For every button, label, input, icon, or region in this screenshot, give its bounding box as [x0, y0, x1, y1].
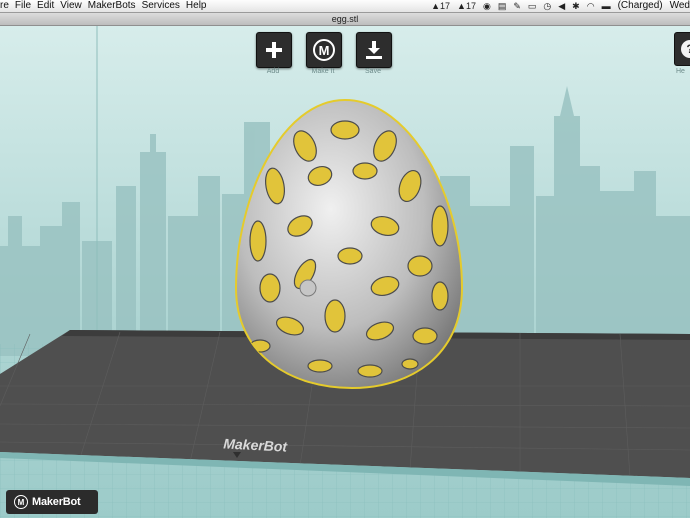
- viewport[interactable]: MakerBot Add M Make It Save ? He M Maker…: [0, 26, 690, 518]
- menu-help[interactable]: Help: [186, 0, 213, 12]
- menu-bar: re File Edit View MakerBots Services Hel…: [0, 0, 690, 13]
- question-icon: ?: [681, 40, 690, 58]
- makerbot-logo-text: MakerBot: [32, 496, 81, 508]
- adobe-updater-count: 17: [465, 1, 476, 11]
- plus-icon: [266, 42, 282, 58]
- adobe-count: 17: [440, 1, 451, 11]
- save-label: Save: [365, 68, 381, 75]
- clock[interactable]: Wed: [670, 0, 690, 12]
- adobe-icon[interactable]: ▲17: [431, 0, 450, 12]
- monitor-icon[interactable]: ▭: [528, 0, 537, 12]
- makerbot-logo-button[interactable]: M MakerBot: [6, 490, 98, 514]
- download-icon: [366, 41, 382, 59]
- menu-app[interactable]: re: [0, 0, 15, 12]
- save-button[interactable]: [356, 32, 392, 68]
- makerbot-m-icon: M: [313, 39, 335, 61]
- wifi-icon[interactable]: ◠: [587, 0, 595, 12]
- scene-canvas: MakerBot: [0, 26, 690, 518]
- menu-view[interactable]: View: [60, 0, 88, 12]
- window-title-bar: egg.stl: [0, 13, 690, 26]
- evernote-icon[interactable]: ◉: [483, 0, 491, 12]
- make-it-button[interactable]: M: [306, 32, 342, 68]
- makerbot-logo-icon: M: [14, 495, 28, 509]
- menu-items: re File Edit View MakerBots Services Hel…: [0, 0, 213, 12]
- menu-makerbots[interactable]: MakerBots: [88, 0, 142, 12]
- platform-brand: MakerBot: [223, 435, 289, 454]
- clipboard-icon[interactable]: ▤: [498, 0, 507, 12]
- tool-icon[interactable]: ✎: [513, 0, 521, 12]
- bluetooth-icon[interactable]: ✱: [572, 0, 580, 12]
- menu-services[interactable]: Services: [142, 0, 186, 12]
- help-button[interactable]: ?: [674, 32, 690, 66]
- status-area: ▲17 ▲17 ◉ ▤ ✎ ▭ ◷ ◀ ✱ ◠ ▬ (Charged) Wed: [431, 0, 690, 12]
- volume-icon[interactable]: ◀: [558, 0, 565, 12]
- egg-rosette: [299, 279, 317, 297]
- battery-icon[interactable]: ▬: [602, 0, 611, 12]
- window-title: egg.stl: [331, 14, 359, 24]
- adobe-updater-icon[interactable]: ▲17: [457, 0, 476, 12]
- battery-status: (Charged): [617, 0, 663, 11]
- menu-edit[interactable]: Edit: [37, 0, 60, 12]
- add-label: Add: [266, 68, 280, 75]
- add-button[interactable]: [256, 32, 292, 68]
- time-machine-icon[interactable]: ◷: [543, 0, 551, 12]
- menu-file[interactable]: File: [15, 0, 37, 12]
- make-it-label: Make It: [311, 68, 335, 75]
- help-label: He: [676, 68, 685, 75]
